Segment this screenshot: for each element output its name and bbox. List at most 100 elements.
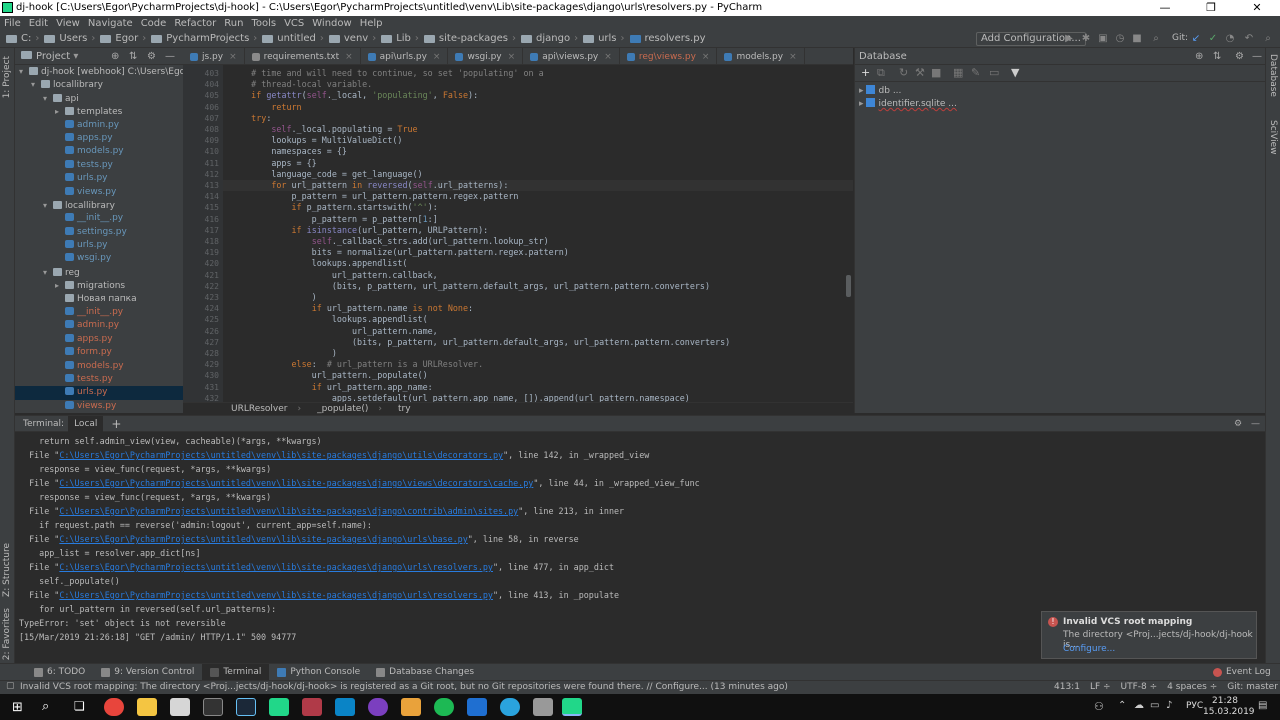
- pycharm-taskbar-icon[interactable]: [269, 698, 289, 716]
- editor-tab[interactable]: reg\views.py ×: [620, 48, 718, 64]
- add-icon[interactable]: +: [861, 66, 870, 79]
- code-line[interactable]: if url_pattern.app_name:: [231, 382, 433, 392]
- tree-file[interactable]: wsgi.py: [15, 252, 183, 265]
- code-line[interactable]: # thread-local variable.: [231, 79, 372, 89]
- hide-icon[interactable]: —: [1252, 48, 1262, 65]
- debug-icon[interactable]: ✱: [1080, 33, 1092, 45]
- minimize-button[interactable]: —: [1142, 0, 1188, 16]
- stop-icon[interactable]: ■: [931, 66, 941, 79]
- database-item[interactable]: ▸ db ...: [855, 85, 1265, 98]
- stop-icon[interactable]: ■: [1131, 33, 1143, 45]
- code-line[interactable]: lookups = MultiValueDict(): [231, 135, 402, 145]
- event-log-tab[interactable]: Event Log: [1205, 664, 1279, 681]
- app-icon[interactable]: [533, 698, 553, 716]
- code-line[interactable]: return: [231, 102, 301, 112]
- keyboard-language[interactable]: РУС: [1186, 701, 1203, 711]
- chevron-right-icon[interactable]: ▸: [55, 105, 65, 118]
- menu-run[interactable]: Run: [220, 16, 247, 31]
- code-line[interactable]: apps.setdefault(url_pattern.app_name, []…: [231, 393, 690, 402]
- code-line[interactable]: url_pattern._populate(): [231, 370, 428, 380]
- hide-icon[interactable]: —: [1251, 419, 1260, 429]
- file-encoding[interactable]: UTF-8 ÷: [1121, 681, 1158, 694]
- visual-studio-icon[interactable]: [467, 698, 487, 716]
- code-line[interactable]: lookups.appendlist(: [231, 314, 428, 324]
- git-history-icon[interactable]: ◔: [1224, 33, 1236, 45]
- code-line[interactable]: else: # url_pattern is a URLResolver.: [231, 359, 484, 369]
- chevron-down-icon[interactable]: ▾: [73, 51, 78, 62]
- tree-file[interactable]: views.py: [15, 186, 183, 199]
- tree-file[interactable]: urls.py: [15, 386, 183, 400]
- tree-file[interactable]: apps.py: [15, 333, 183, 346]
- tree-file[interactable]: tests.py: [15, 159, 183, 172]
- git-app-icon[interactable]: [401, 698, 421, 716]
- coverage-icon[interactable]: ▣: [1097, 33, 1109, 45]
- code-line[interactable]: lookups.appendlist(: [231, 258, 408, 268]
- database-item[interactable]: ▸ identifier.sqlite ...: [855, 98, 1265, 111]
- breadcrumb-method[interactable]: _populate(): [317, 403, 368, 416]
- pycharm-active-icon[interactable]: [562, 698, 582, 716]
- tree-file[interactable]: models.py: [15, 145, 183, 158]
- code-line[interactable]: apps = {}: [231, 158, 316, 168]
- file-path-link[interactable]: C:\Users\Egor\PycharmProjects\untitled\v…: [59, 478, 533, 488]
- code-line[interactable]: self._callback_strs.add(url_pattern.look…: [231, 236, 549, 246]
- menu-help[interactable]: Help: [356, 16, 387, 31]
- edit-icon[interactable]: ✎: [971, 66, 980, 79]
- menu-navigate[interactable]: Navigate: [84, 16, 137, 31]
- tree-file[interactable]: __init__.py: [15, 212, 183, 225]
- tree-file[interactable]: views.py: [15, 400, 183, 413]
- hide-icon[interactable]: —: [165, 48, 175, 65]
- search-icon[interactable]: ⌕: [42, 699, 49, 714]
- settings-icon[interactable]: ⚙: [1235, 48, 1244, 65]
- breadcrumb-class[interactable]: URLResolver: [231, 403, 288, 416]
- new-terminal-button[interactable]: +: [111, 417, 121, 431]
- breadcrumb-item[interactable]: site-packages ›: [423, 33, 516, 44]
- close-button[interactable]: ✕: [1234, 0, 1280, 16]
- spotify-icon[interactable]: [434, 698, 454, 716]
- chevron-down-icon[interactable]: ▾: [43, 266, 53, 279]
- tree-file[interactable]: urls.py: [15, 239, 183, 252]
- breadcrumb-item[interactable]: untitled ›: [262, 33, 324, 44]
- file-path-link[interactable]: C:\Users\Egor\PycharmProjects\untitled\v…: [59, 562, 493, 572]
- code-line[interactable]: url_pattern.callback,: [231, 270, 438, 280]
- breadcrumb-block[interactable]: try: [398, 403, 411, 416]
- tree-file[interactable]: admin.py: [15, 319, 183, 332]
- console-icon[interactable]: ▭: [989, 66, 999, 79]
- people-icon[interactable]: ⚇: [1094, 700, 1104, 713]
- menu-refactor[interactable]: Refactor: [170, 16, 220, 31]
- code-line[interactable]: namespaces = {}: [231, 146, 347, 156]
- line-separator[interactable]: LF ÷: [1090, 681, 1111, 694]
- breadcrumb-item[interactable]: urls ›: [583, 33, 625, 44]
- git-update-icon[interactable]: ↙: [1190, 33, 1202, 45]
- terminal-tab[interactable]: Terminal: [202, 663, 270, 681]
- network-icon[interactable]: ▭: [1150, 700, 1159, 711]
- breadcrumb-item[interactable]: resolvers.py: [629, 33, 706, 44]
- menu-edit[interactable]: Edit: [25, 16, 52, 31]
- close-tab-icon[interactable]: ×: [229, 52, 237, 62]
- jetbrains-app-icon[interactable]: [302, 698, 322, 716]
- clock-time[interactable]: 21:28: [1208, 696, 1242, 706]
- arduino-icon[interactable]: [335, 698, 355, 716]
- maximize-button[interactable]: ❐: [1188, 0, 1234, 16]
- code-line[interactable]: ): [231, 292, 317, 302]
- breadcrumb-item[interactable]: Lib ›: [381, 33, 419, 44]
- steam-icon[interactable]: [236, 698, 256, 716]
- breadcrumb-item[interactable]: PycharmProjects ›: [151, 33, 257, 44]
- chevron-down-icon[interactable]: ⌄: [1245, 630, 1253, 640]
- code-line[interactable]: ): [231, 348, 337, 358]
- menu-view[interactable]: View: [52, 16, 84, 31]
- browser-app-icon[interactable]: [368, 698, 388, 716]
- breadcrumb-item[interactable]: C: ›: [6, 33, 39, 44]
- tree-folder[interactable]: ▾ reg: [15, 266, 183, 279]
- collapse-all-icon[interactable]: ⇅: [129, 48, 137, 65]
- code-line[interactable]: if getattr(self._local, 'populating', Fa…: [231, 90, 478, 100]
- close-tab-icon[interactable]: ×: [508, 52, 516, 62]
- tree-file[interactable]: apps.py: [15, 132, 183, 145]
- caret-position[interactable]: 413:1: [1054, 681, 1080, 694]
- status-message[interactable]: Invalid VCS root mapping: The directory …: [20, 681, 788, 694]
- breadcrumb-item[interactable]: Egor ›: [100, 33, 146, 44]
- code-line[interactable]: bits = normalize(url_pattern.pattern.reg…: [231, 247, 569, 257]
- settings-icon[interactable]: ⚙: [1234, 419, 1242, 429]
- python-console-tab[interactable]: Python Console: [269, 664, 368, 681]
- tree-folder[interactable]: ▾ locallibrary: [15, 199, 183, 212]
- code-line[interactable]: try:: [231, 113, 271, 123]
